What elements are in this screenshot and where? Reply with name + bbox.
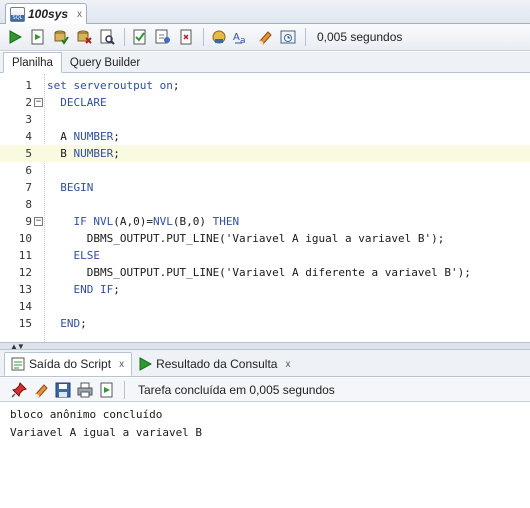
autotrace-icon[interactable]	[130, 27, 150, 47]
rollback-icon[interactable]	[74, 27, 94, 47]
line-number: 1	[25, 79, 32, 92]
line-number: 9	[25, 215, 32, 228]
script-output-icon	[11, 357, 25, 371]
sql-editor[interactable]: 1 set serveroutput on; 2− DECLARE 3 4 A NUMB…	[0, 74, 530, 342]
query-result-icon	[139, 357, 153, 371]
tab-script-output-label: Saída do Script	[29, 357, 112, 371]
code-text: BEGIN	[60, 181, 94, 194]
sql-tuning-icon[interactable]	[153, 27, 173, 47]
code-text: DBMS_OUTPUT.PUT_LINE('Variavel A igual a…	[47, 232, 445, 245]
clear-icon[interactable]	[176, 27, 196, 47]
code-line[interactable]: 12 DBMS_OUTPUT.PUT_LINE('Variavel A dife…	[0, 264, 530, 281]
line-number: 8	[25, 198, 32, 211]
code-line[interactable]: 15 END;	[0, 315, 530, 332]
sql-ddl-icon[interactable]	[209, 27, 229, 47]
toolbar-separator	[305, 28, 306, 46]
code-line[interactable]: 4 A NUMBER;	[0, 128, 530, 145]
eraser-icon[interactable]	[32, 381, 50, 399]
code-line[interactable]: 10 DBMS_OUTPUT.PUT_LINE('Variavel A igua…	[0, 230, 530, 247]
line-number: 5	[25, 147, 32, 160]
code-text: B NUMBER;	[47, 147, 120, 160]
close-tab-icon[interactable]: x	[119, 359, 124, 370]
format-icon[interactable]: Aa	[232, 27, 252, 47]
code-line[interactable]: 2− DECLARE	[0, 94, 530, 111]
run-script-icon[interactable]	[28, 27, 48, 47]
panel-splitter[interactable]: ▲▼	[0, 342, 530, 351]
code-text: IF NVL(A,0)=NVL(B,0) THEN	[73, 215, 240, 228]
line-number: 3	[25, 113, 32, 126]
save-icon[interactable]	[54, 381, 72, 399]
code-line[interactable]: 11 ELSE	[0, 247, 530, 264]
script-output[interactable]: bloco anônimo concluído Variavel A igual…	[0, 403, 530, 508]
code-line[interactable]: 13 END IF;	[0, 281, 530, 298]
commit-icon[interactable]	[51, 27, 71, 47]
toolbar-separator	[124, 380, 125, 399]
eraser-icon[interactable]	[255, 27, 275, 47]
code-text: DECLARE	[60, 96, 107, 109]
line-number: 11	[18, 249, 32, 262]
svg-text:A: A	[233, 32, 240, 43]
code-line[interactable]: 8	[0, 196, 530, 213]
tab-query-result[interactable]: Resultado da Consulta x	[132, 352, 297, 376]
print-icon[interactable]	[76, 381, 94, 399]
close-tab-icon[interactable]: x	[285, 359, 290, 370]
close-tab-icon[interactable]: x	[77, 9, 82, 20]
tab-query-result-label: Resultado da Consulta	[156, 357, 278, 371]
toolbar-separator	[124, 28, 125, 46]
line-number: 7	[25, 181, 32, 194]
line-number: 14	[18, 300, 32, 313]
explain-plan-icon[interactable]	[97, 27, 117, 47]
sql-worksheet-icon	[10, 6, 25, 22]
code-text: A NUMBER;	[47, 130, 120, 143]
fold-toggle-icon[interactable]: −	[34, 98, 43, 107]
line-number: 4	[25, 130, 32, 143]
svg-text:a: a	[240, 36, 246, 45]
line-number: 2	[25, 96, 32, 109]
document-tab[interactable]: 100sys x	[5, 3, 87, 24]
code-text: DBMS_OUTPUT.PUT_LINE('Variavel A diferen…	[47, 266, 471, 279]
code-line[interactable]: 9− IF NVL(A,0)=NVL(B,0) THEN	[0, 213, 530, 230]
worksheet-toolbar: Aa 0,005 segundos	[0, 24, 530, 51]
task-status: Tarefa concluída em 0,005 segundos	[138, 382, 335, 397]
run-statement-icon[interactable]	[5, 27, 25, 47]
line-number: 12	[18, 266, 32, 279]
code-line[interactable]: 14	[0, 298, 530, 315]
tab-query-builder[interactable]: Query Builder	[62, 52, 148, 73]
code-line[interactable]: 1 set serveroutput on;	[0, 77, 530, 94]
tab-script-output[interactable]: Saída do Script x	[4, 352, 133, 376]
code-text: ELSE	[73, 249, 101, 262]
code-text: set serveroutput on;	[47, 79, 180, 92]
elapsed-time: 0,005 segundos	[317, 30, 403, 44]
output-line: Variavel A igual a variavel B	[10, 426, 203, 439]
code-line[interactable]: 5 B NUMBER;	[0, 145, 530, 162]
results-toolbar: Tarefa concluída em 0,005 segundos	[0, 378, 530, 402]
line-number: 13	[18, 283, 32, 296]
line-number: 6	[25, 164, 32, 177]
run-script-icon[interactable]	[98, 381, 116, 399]
code-line[interactable]: 6	[0, 162, 530, 179]
code-line[interactable]: 7 BEGIN	[0, 179, 530, 196]
line-number: 15	[18, 317, 32, 330]
fold-toggle-icon[interactable]: −	[34, 217, 43, 226]
line-number: 10	[18, 232, 32, 245]
code-text: END;	[60, 317, 87, 330]
tab-planilha[interactable]: Planilha	[3, 52, 62, 73]
document-tab-bar: 100sys x	[0, 0, 530, 24]
results-tab-bar: Saída do Script x Resultado da Consulta …	[0, 350, 530, 377]
output-line: bloco anônimo concluído	[10, 408, 163, 421]
pin-icon[interactable]	[10, 381, 28, 399]
code-text: END IF;	[73, 283, 120, 296]
toolbar-separator	[203, 28, 204, 46]
document-tab-title: 100sys	[28, 7, 69, 21]
code-line[interactable]: 3	[0, 111, 530, 128]
history-icon[interactable]	[278, 27, 298, 47]
worksheet-sub-tabs: Planilha Query Builder	[0, 52, 530, 73]
